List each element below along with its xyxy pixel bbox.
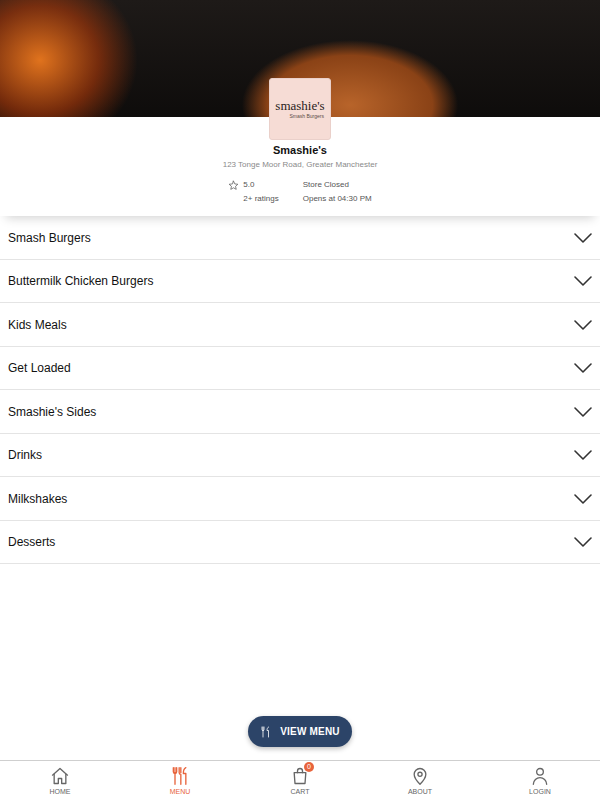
chevron-icon — [574, 320, 592, 330]
nav-item[interactable]: MENU — [120, 761, 240, 800]
category-row[interactable]: Buttermilk Chicken Burgers — [0, 260, 600, 304]
chevron-icon — [574, 276, 592, 286]
category-label: Kids Meals — [8, 316, 67, 334]
nav-label: HOME — [50, 788, 71, 795]
chevron-icon — [574, 450, 592, 460]
store-address: 123 Tonge Moor Road, Greater Manchester — [0, 159, 600, 170]
logo-title: smashie's — [275, 99, 324, 113]
category-label: Milkshakes — [8, 490, 67, 508]
nav-item[interactable]: LOGIN — [480, 761, 600, 800]
star-icon — [228, 180, 239, 191]
chevron-icon — [574, 537, 592, 547]
utensils-icon — [260, 726, 272, 738]
about-icon — [410, 766, 430, 786]
category-label: Desserts — [8, 533, 55, 551]
nav-label: MENU — [170, 788, 191, 795]
home-icon — [50, 766, 70, 786]
category-row[interactable]: Kids Meals — [0, 303, 600, 347]
bottom-nav: HOME MENU 0 CART ABOUT LOGIN — [0, 760, 600, 800]
category-label: Drinks — [8, 446, 42, 464]
chevron-icon — [574, 494, 592, 504]
nav-item[interactable]: 0 CART — [240, 761, 360, 800]
category-label: Buttermilk Chicken Burgers — [8, 272, 153, 290]
view-menu-button[interactable]: VIEW MENU — [248, 716, 352, 747]
category-row[interactable]: Smashie's Sides — [0, 390, 600, 434]
login-icon — [530, 766, 550, 786]
rating-line: 5.0 — [228, 178, 278, 192]
menu-icon — [170, 766, 190, 786]
nav-icon-wrap: 0 — [290, 766, 310, 786]
category-label: Smash Burgers — [8, 229, 91, 247]
category-label: Get Loaded — [8, 359, 71, 377]
nav-label: LOGIN — [529, 788, 551, 795]
rating-block: 5.02+ ratings — [228, 178, 278, 206]
nav-item[interactable]: HOME — [0, 761, 120, 800]
nav-label: CART — [291, 788, 310, 795]
rating-value: 5.0 — [243, 178, 254, 192]
category-row[interactable]: Smash Burgers — [0, 216, 600, 260]
opening-time: Opens at 04:30 PM — [303, 192, 372, 206]
store-logo: smashie'sSmash Burgers — [269, 78, 331, 140]
nav-icon-wrap — [410, 766, 430, 786]
store-status: Store Closed — [303, 178, 372, 192]
view-menu-label: VIEW MENU — [280, 724, 340, 739]
category-label: Smashie's Sides — [8, 403, 96, 421]
cart-badge: 0 — [304, 762, 314, 772]
category-row[interactable]: Drinks — [0, 434, 600, 478]
spacer — [0, 564, 600, 716]
view-menu-area: VIEW MENU — [0, 716, 600, 747]
chevron-icon — [574, 233, 592, 243]
category-row[interactable]: Milkshakes — [0, 477, 600, 521]
ratings-count: 2+ ratings — [228, 192, 278, 206]
store-name: Smashie's — [0, 143, 600, 157]
status-block: Store ClosedOpens at 04:30 PM — [303, 178, 372, 206]
logo-subtitle: Smash Burgers — [290, 114, 324, 119]
store-meta: 5.02+ ratings Store ClosedOpens at 04:30 … — [0, 178, 600, 206]
store-info: smashie'sSmash BurgersSmashie's123 Tonge… — [0, 117, 600, 216]
nav-label: ABOUT — [408, 788, 432, 795]
chevron-icon — [574, 363, 592, 373]
category-row[interactable]: Desserts — [0, 521, 600, 565]
category-list: Smash Burgers Buttermilk Chicken Burgers K… — [0, 216, 600, 564]
chevron-icon — [574, 407, 592, 417]
nav-icon-wrap — [50, 766, 70, 786]
nav-icon-wrap — [170, 766, 190, 786]
nav-item[interactable]: ABOUT — [360, 761, 480, 800]
category-row[interactable]: Get Loaded — [0, 347, 600, 391]
nav-icon-wrap — [530, 766, 550, 786]
